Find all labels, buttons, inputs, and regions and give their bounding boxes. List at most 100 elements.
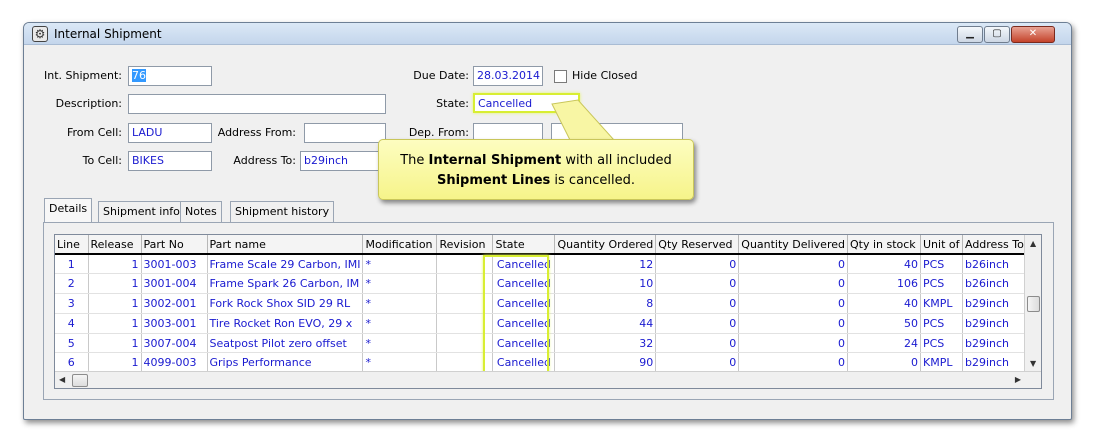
qty-reserved-cell[interactable]: 0 bbox=[655, 352, 740, 374]
unit-cell[interactable]: PCS bbox=[920, 273, 963, 295]
scroll-down-icon[interactable]: ▼ bbox=[1030, 359, 1036, 368]
part-no-cell[interactable]: 3007-004 bbox=[141, 333, 208, 354]
column-header[interactable]: Part No bbox=[141, 235, 208, 255]
close-button[interactable]: ✕ bbox=[1011, 26, 1055, 43]
part-no-cell[interactable]: 3003-001 bbox=[141, 313, 208, 334]
part-name-cell[interactable]: Grips Performance bbox=[207, 352, 364, 374]
qty-in-stock-cell[interactable]: 0 bbox=[847, 352, 921, 374]
hide-closed-checkbox[interactable] bbox=[554, 70, 567, 83]
unit-cell[interactable]: KMPL bbox=[920, 352, 963, 374]
vertical-scrollbar[interactable]: ▲ ▼ bbox=[1024, 235, 1041, 373]
quantity-delivered-cell[interactable]: 0 bbox=[738, 293, 848, 314]
part-name-cell[interactable]: Frame Spark 26 Carbon, IM bbox=[207, 273, 364, 295]
qty-reserved-cell[interactable]: 0 bbox=[655, 293, 740, 314]
release-cell[interactable]: 1 bbox=[88, 352, 142, 374]
revision-cell[interactable] bbox=[436, 333, 494, 354]
revision-cell[interactable] bbox=[436, 352, 494, 374]
unit-cell[interactable]: PCS bbox=[920, 333, 963, 354]
state-cell[interactable]: Cancelled bbox=[492, 333, 556, 354]
quantity-delivered-cell[interactable]: 0 bbox=[738, 254, 848, 275]
table-row[interactable]: 6 1 4099-003 Grips Performance * Cancelled 90 0… bbox=[55, 352, 1041, 374]
modification-cell[interactable]: * bbox=[362, 333, 438, 354]
qty-in-stock-cell[interactable]: 50 bbox=[847, 313, 921, 334]
modification-cell[interactable]: * bbox=[362, 313, 438, 334]
address-to-field[interactable]: b29inch bbox=[300, 151, 386, 171]
revision-cell[interactable] bbox=[436, 293, 494, 314]
horizontal-scrollbar[interactable]: ◀ ▶ bbox=[55, 371, 1041, 388]
state-cell[interactable]: Cancelled bbox=[492, 313, 556, 334]
column-header[interactable]: Part name bbox=[207, 235, 364, 255]
line-cell[interactable]: 1 bbox=[55, 254, 89, 275]
modification-cell[interactable]: * bbox=[362, 273, 438, 295]
revision-cell[interactable] bbox=[436, 254, 494, 275]
tab-shipment-history[interactable]: Shipment history bbox=[230, 201, 335, 223]
qty-reserved-cell[interactable]: 0 bbox=[655, 273, 740, 295]
qty-reserved-cell[interactable]: 0 bbox=[655, 333, 740, 354]
state-cell[interactable]: Cancelled bbox=[492, 352, 556, 374]
state-cell[interactable]: Cancelled bbox=[492, 293, 556, 314]
quantity-ordered-cell[interactable]: 90 bbox=[554, 352, 657, 374]
part-no-cell[interactable]: 3001-004 bbox=[141, 273, 208, 295]
qty-in-stock-cell[interactable]: 40 bbox=[847, 293, 921, 314]
due-date-field[interactable]: 28.03.2014 bbox=[473, 66, 543, 86]
unit-cell[interactable]: KMPL bbox=[920, 293, 963, 314]
quantity-ordered-cell[interactable]: 44 bbox=[554, 313, 657, 334]
line-cell[interactable]: 6 bbox=[55, 352, 89, 374]
column-header[interactable]: Quantity Ordered bbox=[554, 235, 657, 255]
column-header[interactable]: Qty Reserved bbox=[655, 235, 740, 255]
column-header[interactable]: Revision bbox=[436, 235, 494, 255]
part-no-cell[interactable]: 4099-003 bbox=[141, 352, 208, 374]
description-field[interactable] bbox=[128, 94, 386, 114]
release-cell[interactable]: 1 bbox=[88, 333, 142, 354]
revision-cell[interactable] bbox=[436, 273, 494, 295]
minimize-button[interactable]: ▁ bbox=[957, 26, 983, 43]
address-from-field[interactable] bbox=[304, 123, 386, 143]
table-row[interactable]: 4 1 3003-001 Tire Rocket Ron EVO, 29 x * Canc… bbox=[55, 313, 1041, 334]
quantity-delivered-cell[interactable]: 0 bbox=[738, 352, 848, 374]
state-cell[interactable]: Cancelled bbox=[492, 273, 556, 295]
scroll-up-icon[interactable]: ▲ bbox=[1030, 239, 1036, 248]
line-cell[interactable]: 4 bbox=[55, 313, 89, 334]
column-header[interactable]: Qty in stock bbox=[847, 235, 921, 255]
quantity-ordered-cell[interactable]: 10 bbox=[554, 273, 657, 295]
to-cell-field[interactable]: BIKES bbox=[128, 151, 212, 171]
modification-cell[interactable]: * bbox=[362, 254, 438, 275]
column-header[interactable]: State bbox=[492, 235, 556, 255]
table-row[interactable]: 2 1 3001-004 Frame Spark 26 Carbon, IM * Canc… bbox=[55, 273, 1041, 295]
line-cell[interactable]: 2 bbox=[55, 273, 89, 295]
part-name-cell[interactable]: Seatpost Pilot zero offset bbox=[207, 333, 364, 354]
qty-in-stock-cell[interactable]: 106 bbox=[847, 273, 921, 295]
quantity-ordered-cell[interactable]: 12 bbox=[554, 254, 657, 275]
column-header[interactable]: Quantity Delivered bbox=[738, 235, 848, 255]
scroll-left-icon[interactable]: ◀ bbox=[59, 375, 65, 384]
qty-reserved-cell[interactable]: 0 bbox=[655, 254, 740, 275]
part-name-cell[interactable]: Tire Rocket Ron EVO, 29 x bbox=[207, 313, 364, 334]
line-cell[interactable]: 5 bbox=[55, 333, 89, 354]
part-no-cell[interactable]: 3002-001 bbox=[141, 293, 208, 314]
column-header[interactable]: Unit of bbox=[920, 235, 963, 255]
release-cell[interactable]: 1 bbox=[88, 293, 142, 314]
column-header[interactable]: Modification bbox=[362, 235, 438, 255]
part-name-cell[interactable]: Frame Scale 29 Carbon, IMI bbox=[207, 254, 364, 275]
vertical-scroll-thumb[interactable] bbox=[1027, 296, 1040, 312]
tab-details[interactable]: Details bbox=[44, 198, 93, 223]
maximize-button[interactable]: ▢ bbox=[984, 26, 1010, 43]
release-cell[interactable]: 1 bbox=[88, 254, 142, 275]
tab-shipment-info[interactable]: Shipment info bbox=[98, 201, 185, 223]
modification-cell[interactable]: * bbox=[362, 352, 438, 374]
scroll-right-icon[interactable]: ▶ bbox=[1015, 375, 1021, 384]
int-shipment-field[interactable]: 76 bbox=[128, 66, 212, 86]
quantity-delivered-cell[interactable]: 0 bbox=[738, 273, 848, 295]
qty-in-stock-cell[interactable]: 40 bbox=[847, 254, 921, 275]
part-name-cell[interactable]: Fork Rock Shox SID 29 RL bbox=[207, 293, 364, 314]
quantity-ordered-cell[interactable]: 32 bbox=[554, 333, 657, 354]
quantity-delivered-cell[interactable]: 0 bbox=[738, 333, 848, 354]
state-cell[interactable]: Cancelled bbox=[492, 254, 556, 275]
app-gear-icon[interactable]: ⚙ bbox=[32, 26, 48, 42]
column-header[interactable]: Line bbox=[55, 235, 89, 255]
modification-cell[interactable]: * bbox=[362, 293, 438, 314]
unit-cell[interactable]: PCS bbox=[920, 313, 963, 334]
tab-notes[interactable]: Notes bbox=[180, 201, 222, 223]
release-cell[interactable]: 1 bbox=[88, 313, 142, 334]
column-header[interactable]: Release bbox=[88, 235, 142, 255]
